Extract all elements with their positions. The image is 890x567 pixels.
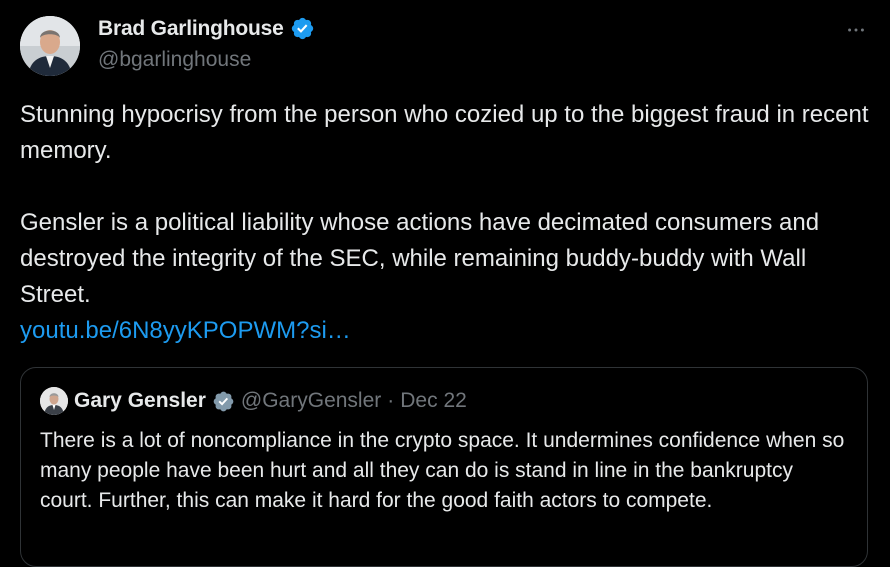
tweet-paragraph-1: Stunning hypocrisy from the person who c…: [20, 101, 869, 164]
quoted-tweet[interactable]: Gary Gensler @GaryGensler · Dec 22 There…: [20, 367, 868, 567]
tweet-paragraph-2: Gensler is a political liability whose a…: [20, 209, 820, 308]
quoted-verified-badge-icon[interactable]: [212, 390, 235, 413]
tweet-link[interactable]: youtu.be/6N8yyKPOPWM?si…: [20, 317, 351, 344]
author-display-name[interactable]: Brad Garlinghouse: [98, 17, 284, 41]
quoted-date[interactable]: Dec 22: [400, 389, 467, 413]
verified-badge-icon[interactable]: [290, 16, 315, 41]
quoted-display-name[interactable]: Gary Gensler: [74, 389, 206, 413]
quoted-tweet-text: There is a lot of noncompliance in the c…: [40, 429, 845, 512]
quoted-separator: ·: [387, 389, 395, 412]
author-name-row: Brad Garlinghouse: [98, 16, 315, 41]
quoted-avatar-photo-icon: [40, 387, 68, 415]
quoted-tweet-header: Gary Gensler @GaryGensler · Dec 22: [40, 387, 467, 415]
quoted-author-avatar[interactable]: [40, 387, 68, 415]
author-avatar[interactable]: [20, 16, 80, 76]
tweet-text: Stunning hypocrisy from the person who c…: [20, 97, 870, 349]
quoted-handle[interactable]: @GaryGensler: [241, 389, 381, 413]
more-dots-icon: [848, 28, 864, 32]
author-handle[interactable]: @bgarlinghouse: [98, 48, 251, 72]
more-options-button[interactable]: [842, 16, 870, 44]
avatar-photo-icon: [20, 16, 80, 76]
